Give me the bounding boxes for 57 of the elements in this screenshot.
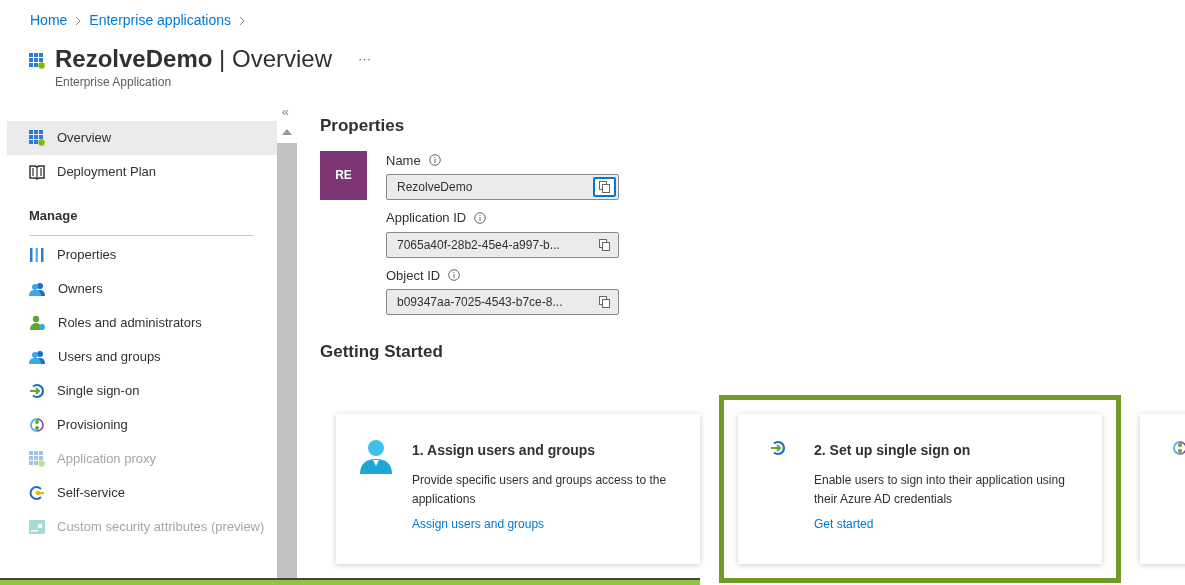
page-subtitle: Enterprise Application xyxy=(55,74,173,91)
card-title: 1. Assign users and groups xyxy=(412,440,597,460)
bars-icon xyxy=(29,247,45,263)
person-icon xyxy=(360,439,392,474)
read-only-field[interactable]: RezolveDemo xyxy=(386,174,619,200)
field-label: Name xyxy=(386,151,421,170)
breadcrumb-link[interactable]: Home xyxy=(30,10,68,31)
people-icon xyxy=(29,281,46,297)
grid-icon xyxy=(29,451,45,467)
scrollbar[interactable] xyxy=(277,121,297,581)
card-icon xyxy=(29,519,45,535)
card-link[interactable]: Get started xyxy=(814,514,1084,533)
read-only-field[interactable]: b09347aa-7025-4543-b7ce-8... xyxy=(386,289,619,315)
nav-item[interactable]: Provisioning xyxy=(7,408,280,442)
sign-in-icon xyxy=(29,383,45,399)
copy-icon xyxy=(599,296,610,308)
nav-item[interactable]: Self-service xyxy=(7,476,280,510)
section-title: Properties xyxy=(320,115,406,137)
up-arrow-icon[interactable] xyxy=(282,129,292,135)
card-description: Enable users to sign into their application using their Azure AD credentials xyxy=(814,471,1066,508)
info-icon[interactable] xyxy=(428,154,441,167)
nav-item[interactable]: Deployment Plan xyxy=(7,155,280,189)
section-heading: Manage xyxy=(29,208,78,223)
key-icon xyxy=(29,485,45,501)
grid-icon xyxy=(29,130,45,146)
copy-button[interactable] xyxy=(593,177,616,197)
person-badge-icon xyxy=(29,315,46,331)
info-icon[interactable] xyxy=(474,211,487,224)
nav-item[interactable]: Single sign-on xyxy=(7,374,280,408)
people-icon xyxy=(29,349,46,365)
card-description: Provide specific users and groups access to the applications xyxy=(412,471,668,508)
copy-icon xyxy=(599,238,610,251)
nav-item[interactable]: Properties xyxy=(7,238,280,272)
sign-in-icon xyxy=(770,439,786,456)
read-only-field[interactable]: 7065a40f-28b2-45e4-a997-b... xyxy=(386,231,619,258)
field-label: Object ID xyxy=(386,266,441,285)
chevron-icon xyxy=(75,15,82,26)
chevron-icon xyxy=(239,15,245,26)
section-title: Getting Started xyxy=(320,341,444,363)
card-title: 2. Set up single sign on xyxy=(814,440,972,460)
nav-item[interactable]: Overview xyxy=(7,121,280,155)
info-icon[interactable] xyxy=(448,269,461,282)
page-title: RezolveDemo | Overview xyxy=(55,45,332,73)
app-avatar: RE xyxy=(320,150,367,200)
grid-icon xyxy=(29,53,45,69)
sync-icon xyxy=(1172,439,1185,456)
collapse-button[interactable]: « xyxy=(281,103,289,121)
nav-item[interactable]: Users and groups xyxy=(7,340,280,374)
more-button[interactable]: ··· xyxy=(358,49,371,69)
breadcrumb-link[interactable]: Enterprise applications xyxy=(89,10,231,31)
book-icon xyxy=(29,164,45,180)
copy-icon xyxy=(599,181,610,193)
nav-item[interactable]: Owners xyxy=(7,272,280,306)
sync-icon xyxy=(29,417,45,433)
field-label: Application ID xyxy=(386,209,467,227)
nav-item[interactable]: Roles and administrators xyxy=(7,306,280,340)
card-link[interactable]: Assign users and groups xyxy=(412,514,682,533)
